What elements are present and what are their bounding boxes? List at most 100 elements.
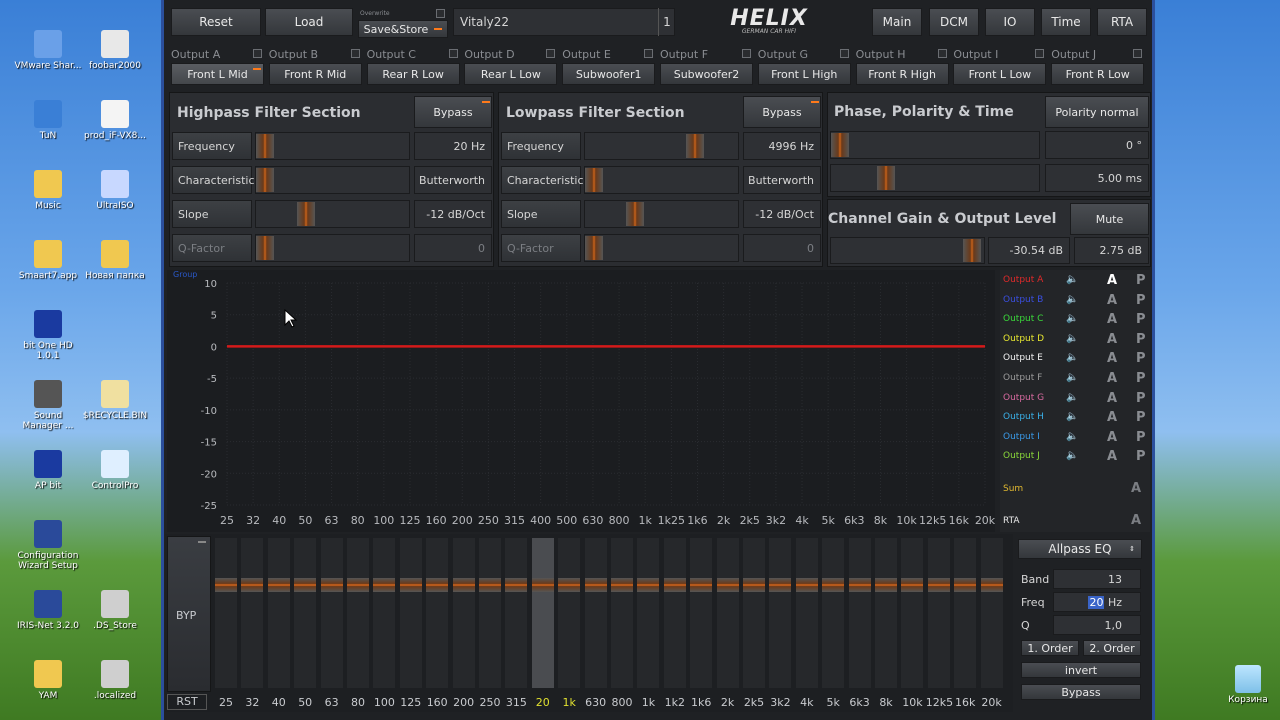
output-9-select-button[interactable]: Front R Low (1051, 63, 1145, 85)
eq-band-fader[interactable] (690, 538, 713, 688)
desktop-icon-vmware[interactable]: VMware Shar... (13, 30, 83, 71)
eq-band-fader[interactable] (822, 538, 845, 688)
eq-fader-knob[interactable] (611, 578, 633, 592)
order2-button[interactable]: 2. Order (1083, 640, 1141, 656)
eq-band-fader[interactable] (347, 538, 369, 688)
output-8-select-button[interactable]: Front L Low (953, 63, 1047, 85)
desktop-icon-controlpro[interactable]: ControlPro (80, 450, 150, 491)
slider-knob[interactable] (585, 168, 603, 192)
eq-band-fader[interactable] (901, 538, 924, 688)
desktop-icon-bitone[interactable]: bit One HD 1.0.1 (13, 310, 83, 361)
eq-fader-knob[interactable] (690, 578, 713, 592)
output-6-checkbox[interactable] (839, 49, 849, 58)
eq-band-fader[interactable] (294, 538, 317, 688)
eq-fader-knob[interactable] (267, 578, 290, 592)
output-show-a-button[interactable]: A (1107, 293, 1117, 308)
reset-button[interactable]: Reset (171, 8, 261, 36)
speaker-icon[interactable]: 🔈 (1066, 372, 1078, 383)
output-5-checkbox[interactable] (742, 49, 751, 58)
eq-band-fader[interactable] (795, 538, 818, 688)
eq-band-fader[interactable] (663, 538, 686, 688)
output-2-checkbox[interactable] (448, 49, 458, 58)
output-show-p-button[interactable]: P (1136, 312, 1146, 327)
highpass-frequency-slider[interactable] (255, 132, 410, 160)
desktop-icon-smaart[interactable]: Smaart7.app (13, 240, 83, 281)
output-show-p-button[interactable]: P (1136, 273, 1146, 288)
eq-band-fader[interactable] (426, 538, 449, 688)
eq-band-fader[interactable] (927, 538, 950, 688)
eq-fader-knob[interactable] (795, 578, 818, 592)
output-3-checkbox[interactable] (546, 49, 556, 58)
eq-band-fader[interactable] (743, 538, 765, 688)
eq-fader-knob[interactable] (663, 578, 686, 592)
speaker-icon[interactable]: 🔈 (1066, 431, 1078, 442)
eq-band-fader[interactable] (479, 538, 501, 688)
lowpass-bypass-button[interactable]: Bypass (743, 96, 821, 128)
eq-fader-knob[interactable] (215, 578, 237, 592)
eq-fader-knob[interactable] (980, 578, 1003, 592)
speaker-icon[interactable]: 🔈 (1066, 274, 1078, 285)
highpass-characteristic-value[interactable]: Butterworth (414, 166, 492, 194)
eq-fader-knob[interactable] (399, 578, 422, 592)
output-show-a-button[interactable]: A (1107, 410, 1117, 425)
gain-slider[interactable] (830, 237, 985, 264)
eq-fader-knob[interactable] (241, 578, 264, 592)
desktop-icon-foobar[interactable]: foobar2000 (80, 30, 150, 71)
freq-field[interactable]: 20 Hz (1053, 592, 1141, 612)
time-slider[interactable] (830, 164, 1040, 192)
desktop-icon-apbit[interactable]: AP bit (13, 450, 83, 491)
eq-fader-knob[interactable] (637, 578, 660, 592)
eq-fader-knob[interactable] (822, 578, 845, 592)
eq-band-fader[interactable] (848, 538, 871, 688)
eq-fader-knob[interactable] (743, 578, 765, 592)
eq-reset-button[interactable]: RST (167, 694, 207, 710)
band-field[interactable]: 13 (1053, 569, 1141, 589)
phase-value[interactable]: 0 ° (1045, 131, 1149, 159)
slider-knob[interactable] (625, 202, 644, 226)
eq-band-fader[interactable] (584, 538, 607, 688)
slider-knob[interactable] (585, 236, 603, 260)
output-show-p-button[interactable]: P (1136, 410, 1146, 425)
recycle-bin[interactable]: Корзина (1218, 665, 1278, 705)
output-3-select-button[interactable]: Rear L Low (464, 63, 558, 85)
nav-io-button[interactable]: IO (985, 8, 1035, 36)
slider-knob[interactable] (256, 168, 274, 192)
output-show-p-button[interactable]: P (1136, 430, 1146, 445)
desktop-icon-yam[interactable]: YAM (13, 660, 83, 701)
lowpass-qfactor-value[interactable]: 0 (743, 234, 821, 262)
eq-band-fader[interactable] (241, 538, 264, 688)
desktop-icon-irisnet[interactable]: IRIS-Net 3.2.0 (13, 590, 83, 631)
output-4-checkbox[interactable] (644, 49, 654, 58)
save-store-button[interactable]: Save&Store (358, 20, 448, 38)
highpass-characteristic-slider[interactable] (255, 166, 410, 194)
eq-fader-knob[interactable] (584, 578, 607, 592)
allpass-mode-dropdown[interactable]: Allpass EQ ⇕ (1018, 539, 1142, 559)
output-show-a-button[interactable]: A (1107, 391, 1117, 406)
phase-slider-knob[interactable] (831, 133, 849, 157)
eq-band-fader[interactable] (399, 538, 422, 688)
desktop-icon-music[interactable]: Music (13, 170, 83, 211)
allpass-bypass-button[interactable]: Bypass (1021, 684, 1141, 700)
eq-fader-knob[interactable] (531, 578, 554, 592)
slider-knob[interactable] (256, 236, 274, 260)
output-level-value[interactable]: 2.75 dB (1074, 237, 1149, 264)
lowpass-frequency-slider[interactable] (584, 132, 739, 160)
output-show-p-button[interactable]: P (1136, 449, 1146, 464)
output-show-p-button[interactable]: P (1136, 332, 1146, 347)
eq-fader-knob[interactable] (479, 578, 501, 592)
output-show-a-button[interactable]: A (1107, 430, 1117, 445)
eq-bypass-button[interactable]: BYP (167, 536, 211, 692)
eq-band-fader[interactable] (452, 538, 475, 688)
output-6-select-button[interactable]: Front L High (757, 63, 851, 85)
desktop-icon-recyclebin-folder[interactable]: $RECYCLE.BIN (80, 380, 150, 421)
lowpass-qfactor-slider[interactable] (584, 234, 739, 262)
lowpass-frequency-value[interactable]: 4996 Hz (743, 132, 821, 160)
output-5-select-button[interactable]: Subwoofer2 (660, 63, 753, 85)
output-7-select-button[interactable]: Front R High (855, 63, 949, 85)
output-show-p-button[interactable]: P (1136, 293, 1146, 308)
overwrite-checkbox[interactable] (436, 9, 445, 18)
eq-band-fader[interactable] (875, 538, 897, 688)
eq-fader-knob[interactable] (769, 578, 792, 592)
sum-a-button[interactable]: A (1131, 481, 1141, 496)
highpass-qfactor-slider[interactable] (255, 234, 410, 262)
